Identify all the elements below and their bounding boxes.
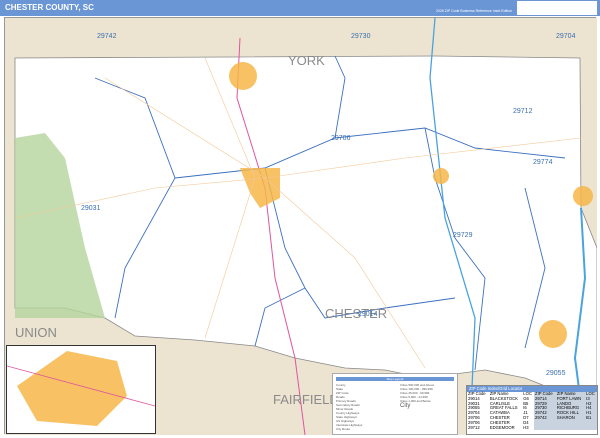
county-label: UNION bbox=[15, 325, 57, 340]
table-cell bbox=[555, 425, 586, 431]
legend-item: City Route bbox=[336, 427, 351, 431]
table-cell: EDGEMOOR bbox=[489, 424, 515, 430]
map-title: CHESTER COUNTY, SC bbox=[5, 3, 94, 12]
logo bbox=[517, 1, 597, 15]
zip-label: 29712 bbox=[513, 108, 533, 115]
table-cell: H3 bbox=[523, 424, 529, 430]
legend-city-sample: City bbox=[400, 403, 411, 409]
zip-label: 29014 bbox=[358, 311, 378, 318]
zip-label: 29704 bbox=[556, 33, 576, 40]
zip-label: 29706 bbox=[331, 135, 351, 142]
county-label: FAIRFIELD bbox=[273, 392, 339, 407]
county-label: CHESTER bbox=[325, 306, 388, 321]
inset-map[interactable] bbox=[6, 345, 156, 434]
table-cell bbox=[534, 425, 556, 431]
legend-title: Map Legend bbox=[336, 377, 454, 381]
zip-label: 29730 bbox=[351, 33, 371, 40]
zip-index-table: ZIP Code Index/Grid Locator ZIP Code ZIP … bbox=[466, 385, 598, 435]
zip-label: 29729 bbox=[453, 232, 473, 239]
zip-label: 29774 bbox=[533, 159, 553, 166]
header: CHESTER COUNTY, SC 2026 ZIP Code Busines… bbox=[0, 0, 600, 16]
map-legend: Map Legend County State ZIP Code Roads P… bbox=[332, 373, 458, 435]
table-cell: 29712 bbox=[468, 424, 480, 430]
county-label: YORK bbox=[288, 53, 325, 68]
zip-label: 29031 bbox=[81, 205, 101, 212]
zip-label: 29055 bbox=[546, 370, 566, 377]
table-row: 29712 EDGEMOOR H3 bbox=[467, 424, 597, 431]
zip-label: 29742 bbox=[97, 33, 117, 40]
table-cell bbox=[585, 425, 597, 431]
edition-label: 2026 ZIP Code Business Reference Inset E… bbox=[435, 9, 512, 13]
